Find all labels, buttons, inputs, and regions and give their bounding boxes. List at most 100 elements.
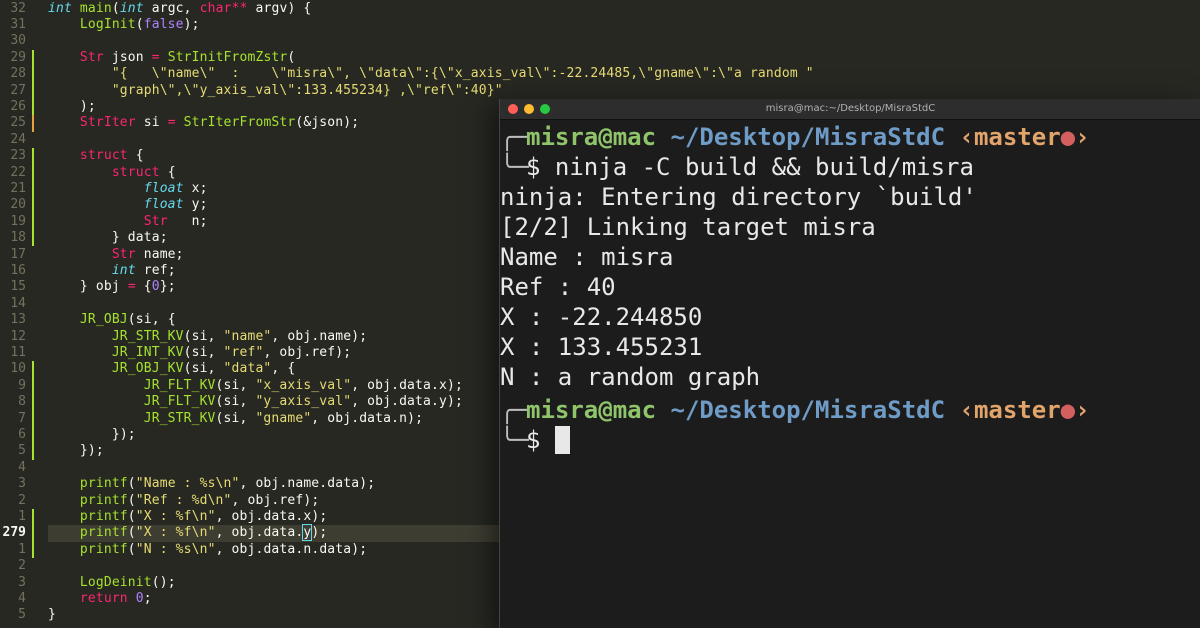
prompt-user: misra@mac (526, 123, 657, 151)
code-line[interactable]: printf("X : %f\n", obj.data.x); (48, 509, 327, 525)
line-number: 14 (10, 295, 26, 311)
prompt-branch: ‹master (959, 396, 1061, 424)
git-change-marker (32, 49, 34, 116)
line-number: 24 (10, 131, 26, 147)
line-number: 5 (18, 443, 26, 459)
prompt-user: misra@mac (526, 396, 657, 424)
code-line[interactable]: "{ \"name\" : \"misra\", \"data\":{\"x_a… (48, 66, 814, 82)
line-number: 13 (10, 312, 26, 328)
git-dirty-dot-icon: ● (1060, 123, 1076, 151)
line-number: 4 (18, 590, 26, 606)
code-line[interactable]: Str n; (48, 214, 208, 230)
prompt-path: ~/Desktop/MisraStdC (670, 123, 946, 151)
code-line[interactable]: struct { (48, 148, 144, 164)
code-line[interactable]: printf("N : %s\n", obj.data.n.data); (48, 542, 367, 558)
code-line[interactable]: float y; (48, 197, 208, 213)
line-number: 1 (18, 541, 26, 557)
prompt-corner-icon: ╰─ (500, 153, 529, 181)
code-line[interactable]: } (48, 607, 56, 623)
line-number: 2 (18, 558, 26, 574)
code-line[interactable]: }); (48, 427, 136, 443)
code-line[interactable]: JR_FLT_KV(si, "y_axis_val", obj.data.y); (48, 394, 463, 410)
line-number: 26 (10, 98, 26, 114)
command-text: ninja -C build && build/misra (554, 153, 974, 181)
git-change-marker (32, 361, 34, 460)
prompt-corner-icon: ╭─ (500, 123, 529, 151)
line-number-gutter: 32 31 30 29 28 27 26 25 24 23 22 21 20 19 18 17 16 15 14 13… (0, 0, 44, 628)
line-number: 32 (10, 0, 26, 16)
code-line[interactable]: printf("Name : %s\n", obj.name.data); (48, 476, 375, 492)
prompt-branch-close: › (1075, 396, 1090, 424)
terminal-title: misra@mac:~/Desktop/MisraStdC (765, 103, 936, 114)
git-dirty-dot-icon: ● (1060, 396, 1076, 424)
git-change-marker (32, 115, 34, 132)
output-line: ninja: Entering directory `build' (500, 183, 977, 211)
output-line: Name : misra (500, 243, 674, 271)
line-number: 16 (10, 262, 26, 278)
code-line[interactable]: ); (48, 99, 96, 115)
line-number: 20 (10, 197, 26, 213)
code-line[interactable]: return 0; (48, 591, 152, 607)
terminal-titlebar[interactable]: misra@mac:~/Desktop/MisraStdC (500, 99, 1200, 120)
code-line[interactable]: struct { (48, 165, 176, 181)
prompt-corner-icon: ╭─ (500, 396, 529, 424)
code-line[interactable]: Str name; (48, 247, 184, 263)
line-number: 28 (10, 66, 26, 82)
terminal-window[interactable]: misra@mac:~/Desktop/MisraStdC ╭─misra@ma… (499, 99, 1200, 628)
output-line: N : a random graph (500, 363, 761, 391)
line-number: 27 (10, 82, 26, 98)
prompt-line-2: ╭─misra@mac ~/Desktop/MisraStdC ‹master●… (500, 395, 1090, 425)
code-line[interactable]: JR_OBJ(si, { (48, 312, 176, 328)
prompt-symbol: $ (526, 153, 541, 181)
output-line: [2/2] Linking target misra (500, 213, 876, 241)
code-line[interactable]: }); (48, 443, 104, 459)
git-change-marker (32, 508, 34, 559)
terminal-cursor (554, 426, 570, 454)
line-number: 8 (18, 394, 26, 410)
code-line[interactable]: JR_STR_KV(si, "name", obj.name); (48, 329, 367, 345)
code-line[interactable]: JR_OBJ_KV(si, "data", { (48, 361, 295, 377)
output-line: X : 133.455231 (500, 333, 703, 361)
code-line[interactable]: StrIter si = StrIterFromStr(&json); (48, 115, 359, 131)
code-line[interactable]: LogDeinit(); (48, 575, 176, 591)
line-number: 10 (10, 361, 26, 377)
code-line[interactable]: Str json = StrInitFromZstr( (48, 50, 295, 66)
code-line[interactable]: JR_FLT_KV(si, "x_axis_val", obj.data.x); (48, 378, 463, 394)
line-number: 1 (18, 508, 26, 524)
code-line[interactable]: float x; (48, 181, 208, 197)
line-number: 29 (10, 49, 26, 65)
code-line[interactable]: LogInit(false); (48, 17, 200, 33)
line-number: 17 (10, 246, 26, 262)
line-number: 21 (10, 180, 26, 196)
code-line[interactable]: } data; (48, 230, 168, 246)
code-line[interactable]: JR_STR_KV(si, "gname", obj.data.n); (48, 411, 423, 427)
line-number: 19 (10, 213, 26, 229)
line-number: 2 (18, 492, 26, 508)
line-number: 18 (10, 230, 26, 246)
prompt-branch-close: › (1075, 123, 1090, 151)
prompt-path: ~/Desktop/MisraStdC (670, 396, 946, 424)
line-number: 6 (18, 426, 26, 442)
line-number: 4 (18, 459, 26, 475)
line-number: 5 (18, 607, 26, 623)
line-number: 15 (10, 279, 26, 295)
code-line[interactable]: "graph\",\"y_axis_val\":133.455234} ,\"r… (48, 83, 503, 99)
line-number: 22 (10, 164, 26, 180)
prompt-corner-icon: ╰─ (500, 426, 529, 454)
prompt-branch: ‹master (959, 123, 1061, 151)
input-line[interactable]: ╰─$ (500, 425, 570, 455)
code-line[interactable]: JR_INT_KV(si, "ref", obj.ref); (48, 345, 351, 361)
code-line[interactable]: } obj = {0}; (48, 279, 176, 295)
line-number: 279 (2, 525, 26, 541)
output-line: X : -22.244850 (500, 303, 703, 331)
prompt-line-1: ╭─misra@mac ~/Desktop/MisraStdC ‹master●… (500, 122, 1090, 152)
line-number: 3 (18, 574, 26, 590)
prompt-symbol: $ (526, 426, 541, 454)
code-line[interactable]: int ref; (48, 263, 176, 279)
line-number: 31 (10, 16, 26, 32)
code-line[interactable]: printf("Ref : %d\n", obj.ref); (48, 493, 319, 509)
line-number: 9 (18, 377, 26, 393)
line-number: 25 (10, 115, 26, 131)
line-number: 11 (10, 344, 26, 360)
code-line[interactable]: int main(int argc, char** argv) { (48, 1, 311, 17)
